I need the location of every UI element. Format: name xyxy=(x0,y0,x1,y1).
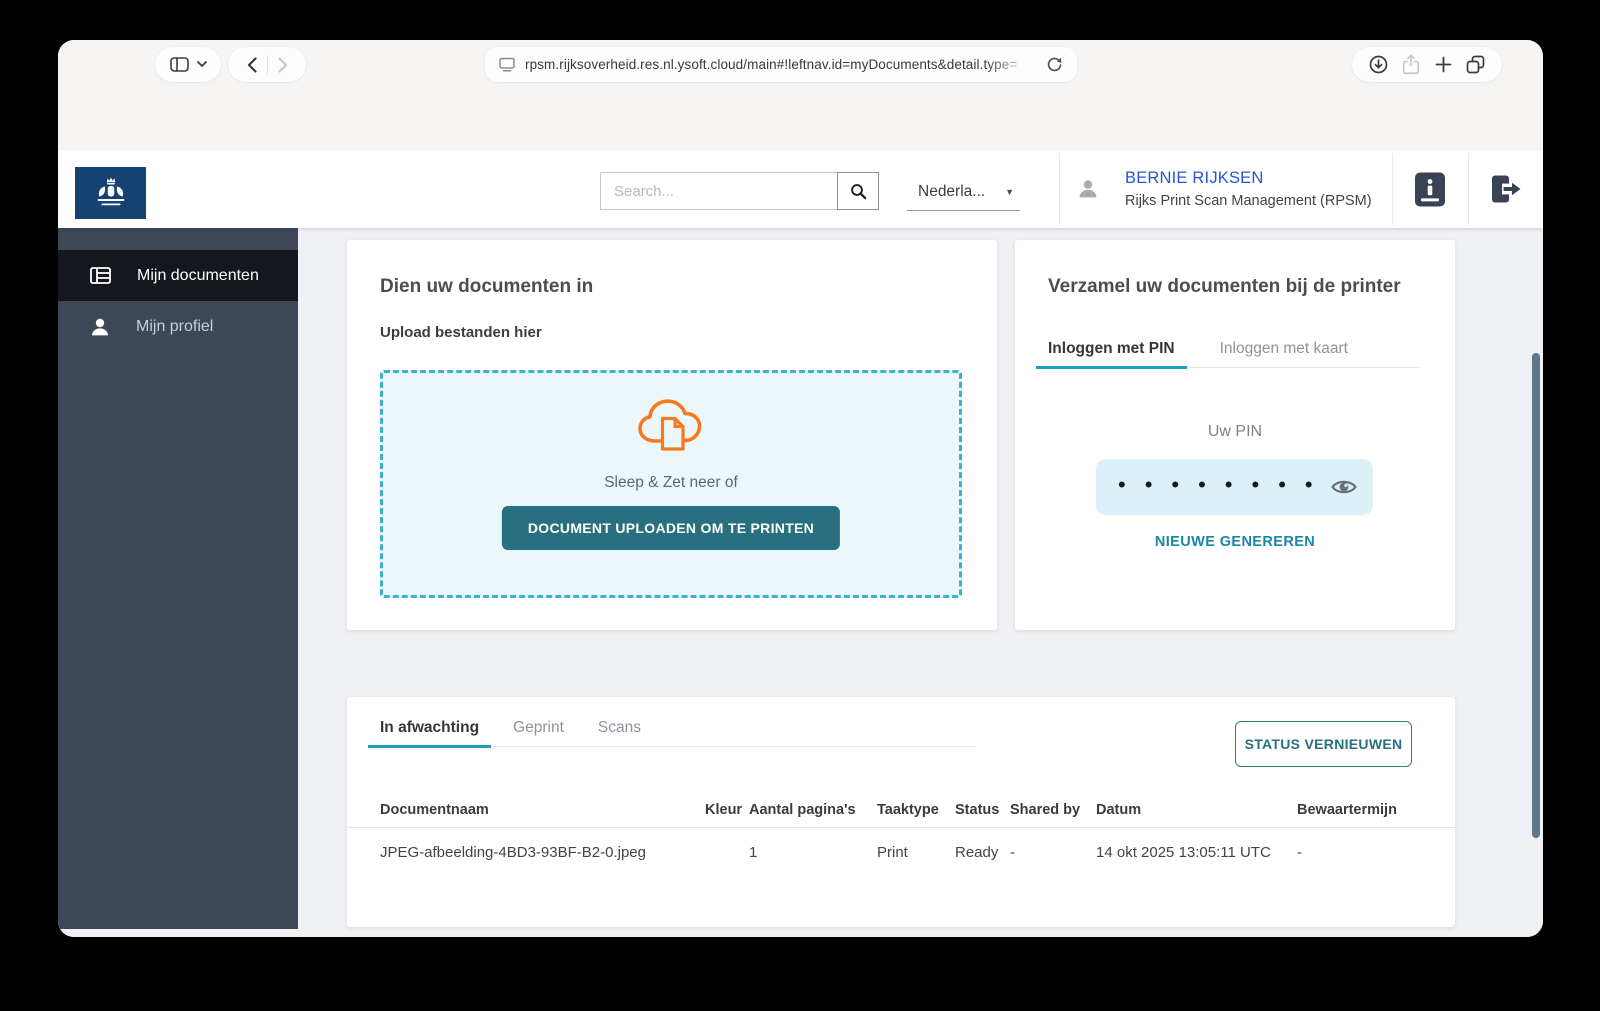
table-row[interactable]: JPEG-afbeelding-4BD3-93BF-B2-0.jpeg 1 Pr… xyxy=(347,828,1455,877)
documents-tabs: In afwachting Geprint Scans xyxy=(368,719,975,747)
search-button[interactable] xyxy=(837,172,879,210)
col-shared-by: Shared by xyxy=(1010,802,1096,818)
upload-card-title: Dien uw documenten in xyxy=(380,276,593,298)
sidebar-item-mijn-documenten[interactable]: Mijn documenten xyxy=(58,250,298,301)
app-header: Nederla... ▼ BERNIE RIJKSEN Rijks Print … xyxy=(58,150,1543,228)
sidebar-item-label: Mijn profiel xyxy=(136,318,213,336)
refresh-status-button[interactable]: STATUS VERNIEUWEN xyxy=(1235,721,1412,767)
nav-separator xyxy=(267,55,268,75)
col-datum: Datum xyxy=(1096,802,1297,818)
user-menu[interactable]: BERNIE RIJKSEN Rijks Print Scan Manageme… xyxy=(1053,150,1372,228)
col-taaktype: Taaktype xyxy=(877,802,955,818)
cloud-upload-icon xyxy=(633,395,709,460)
documents-table-icon xyxy=(90,267,111,284)
download-icon[interactable] xyxy=(1369,55,1388,74)
header-search xyxy=(600,172,879,210)
dropzone-hint: Sleep & Zet neer of xyxy=(383,474,959,492)
cell-taaktype: Print xyxy=(877,844,955,861)
language-dropdown[interactable]: Nederla... ▼ xyxy=(907,174,1020,211)
cell-shared-by: - xyxy=(1010,844,1096,861)
profile-person-icon xyxy=(90,318,110,336)
generate-new-pin-link[interactable]: NIEUWE GENEREREN xyxy=(1015,534,1455,550)
toolbar-actions-group xyxy=(1352,47,1502,82)
app-body: Mijn documenten Mijn profiel Dien uw doc… xyxy=(58,228,1543,937)
col-aantal-paginas: Aantal pagina's xyxy=(749,802,877,818)
printer-card: Verzamel uw documenten bij de printer In… xyxy=(1015,240,1455,630)
pin-field: •••••••• xyxy=(1096,459,1373,515)
back-icon[interactable] xyxy=(247,57,257,73)
cell-documentnaam: JPEG-afbeelding-4BD3-93BF-B2-0.jpeg xyxy=(380,844,705,861)
sidebar-toggle-icon[interactable] xyxy=(170,57,189,72)
forward-icon[interactable] xyxy=(278,57,288,73)
sidebar-item-mijn-profiel[interactable]: Mijn profiel xyxy=(58,301,298,352)
browser-window: rpsm.rijksoverheid.res.nl.ysoft.cloud/ma… xyxy=(58,40,1543,937)
nav-buttons-group xyxy=(228,47,306,82)
rijksoverheid-logo xyxy=(75,167,146,219)
upload-document-button[interactable]: DOCUMENT UPLOADEN OM TE PRINTEN xyxy=(502,506,840,550)
cell-bewaartermijn: - xyxy=(1297,844,1435,861)
language-label: Nederla... xyxy=(918,183,985,201)
new-tab-icon[interactable] xyxy=(1435,56,1452,73)
sidebar-item-label: Mijn documenten xyxy=(137,267,259,285)
tabs-overview-icon[interactable] xyxy=(1466,55,1485,74)
user-name: BERNIE RIJKSEN xyxy=(1125,169,1372,188)
chevron-down-icon[interactable] xyxy=(197,61,207,68)
reload-icon[interactable] xyxy=(1046,56,1063,73)
table-header-row: Documentnaam Kleur Aantal pagina's Taakt… xyxy=(347,793,1455,828)
col-bewaartermijn: Bewaartermijn xyxy=(1297,802,1435,818)
user-avatar-icon xyxy=(1077,178,1099,200)
help-manual-button[interactable] xyxy=(1392,150,1468,228)
manual-book-icon xyxy=(1415,172,1445,207)
tab-scans[interactable]: Scans xyxy=(586,719,653,748)
upload-dropzone[interactable]: Sleep & Zet neer of DOCUMENT UPLOADEN OM… xyxy=(380,370,962,598)
user-role: Rijks Print Scan Management (RPSM) xyxy=(1125,193,1372,209)
col-documentnaam: Documentnaam xyxy=(380,802,705,818)
cell-aantal-paginas: 1 xyxy=(749,844,877,861)
show-pin-eye-icon[interactable] xyxy=(1331,478,1357,496)
page-icon[interactable] xyxy=(499,57,515,72)
col-kleur: Kleur xyxy=(705,802,749,818)
printer-card-title: Verzamel uw documenten bij de printer xyxy=(1048,276,1401,298)
share-icon[interactable] xyxy=(1402,54,1420,75)
caret-down-icon: ▼ xyxy=(1005,187,1014,197)
logout-button[interactable] xyxy=(1468,150,1543,228)
address-bar[interactable]: rpsm.rijksoverheid.res.nl.ysoft.cloud/ma… xyxy=(485,47,1077,82)
pin-masked-value: •••••••• xyxy=(1096,474,1331,496)
documents-card: In afwachting Geprint Scans STATUS VERNI… xyxy=(347,697,1455,927)
login-tabs: Inloggen met PIN Inloggen met kaart xyxy=(1036,340,1420,368)
col-status: Status xyxy=(955,802,1010,818)
browser-toolbar: rpsm.rijksoverheid.res.nl.ysoft.cloud/ma… xyxy=(58,40,1543,150)
sidebar-toggle-group xyxy=(155,47,221,82)
cell-datum: 14 okt 2025 13:05:11 UTC xyxy=(1096,844,1297,861)
logout-icon xyxy=(1489,174,1522,204)
scrollbar-thumb[interactable] xyxy=(1532,353,1540,838)
upload-card-subtitle: Upload bestanden hier xyxy=(380,324,542,341)
sidebar-nav: Mijn documenten Mijn profiel xyxy=(58,228,298,929)
tab-in-afwachting[interactable]: In afwachting xyxy=(368,719,491,748)
cell-status: Ready xyxy=(955,844,1010,861)
tab-inloggen-met-kaart[interactable]: Inloggen met kaart xyxy=(1208,340,1360,369)
tab-geprint[interactable]: Geprint xyxy=(501,719,576,748)
tab-inloggen-met-pin[interactable]: Inloggen met PIN xyxy=(1036,340,1187,369)
color-wheel-icon xyxy=(705,844,749,861)
search-input[interactable] xyxy=(600,172,838,210)
url-text: rpsm.rijksoverheid.res.nl.ysoft.cloud/ma… xyxy=(525,57,1036,72)
upload-card: Dien uw documenten in Upload bestanden h… xyxy=(347,240,997,630)
pin-label: Uw PIN xyxy=(1015,423,1455,441)
search-icon xyxy=(850,183,867,200)
